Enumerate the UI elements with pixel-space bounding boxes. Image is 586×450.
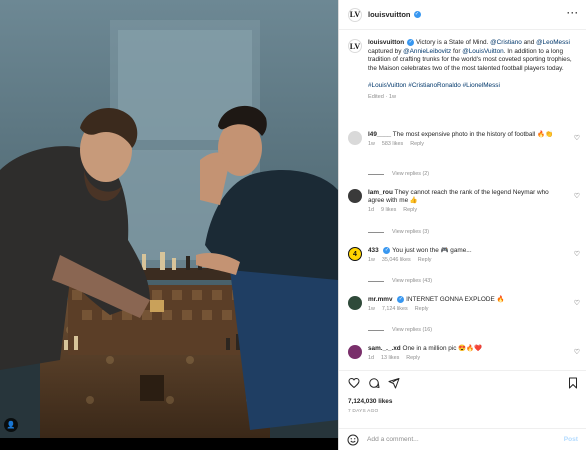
comment-reply-button[interactable]: Reply <box>410 141 424 147</box>
bookmark-icon[interactable] <box>567 377 579 389</box>
comment-likes[interactable]: 7,124 likes <box>382 306 408 312</box>
comment-composer: Post <box>339 428 586 450</box>
heart-icon[interactable]: ♡ <box>574 134 580 142</box>
comment-icon[interactable] <box>368 377 380 389</box>
comment-username[interactable]: mr.mmv <box>368 296 393 303</box>
comment-item: 4 433 ✓ You just won the 🎮 game... 1w 35,… <box>348 247 580 263</box>
chess-photo-illustration <box>0 0 338 438</box>
share-icon[interactable] <box>388 377 400 389</box>
comment-avatar[interactable] <box>348 189 362 203</box>
comment-avatar[interactable] <box>348 131 362 145</box>
post-actions-bar: 7,124,030 likes 7 DAYS AGO <box>339 370 586 428</box>
comment-reply-button[interactable]: Reply <box>403 207 417 213</box>
caption-text-4: for <box>451 47 463 55</box>
comment-time: 1d <box>368 355 374 362</box>
caption-hashtags[interactable]: #LouisVuitton #CristianoRonaldo #LionelM… <box>368 82 578 91</box>
comment-likes[interactable]: 583 likes <box>382 141 403 147</box>
comment-likes[interactable]: 13 likes <box>381 355 399 361</box>
heart-icon[interactable]: ♡ <box>574 250 580 258</box>
comment-text: The most expensive photo in the history … <box>392 131 553 138</box>
post-details-panel: LV louisvuitton ✓ ··· LV louisvuitton ✓ V… <box>338 0 586 450</box>
heart-icon[interactable]: ♡ <box>574 299 580 307</box>
more-icon[interactable]: ··· <box>567 9 579 18</box>
mention-cristiano[interactable]: @Cristiano <box>490 39 522 46</box>
mention-annieleibovitz[interactable]: @AnnieLeibovitz <box>403 48 451 55</box>
post-header: LV louisvuitton ✓ ··· <box>339 0 586 30</box>
comment-avatar[interactable]: 4 <box>348 247 362 261</box>
comment-time: 1w <box>368 306 375 313</box>
account-username[interactable]: louisvuitton <box>368 10 411 19</box>
heart-icon[interactable]: ♡ <box>574 192 580 200</box>
verified-icon: ✓ <box>397 296 405 303</box>
view-replies-button[interactable]: View replies (43) <box>368 278 432 284</box>
comment-reply-button[interactable]: Reply <box>418 257 432 263</box>
comment-text: INTERNET GONNA EXPLODE 🔥 <box>406 296 505 304</box>
comment-text: You just won the 🎮 game... <box>392 247 472 255</box>
view-replies-button[interactable]: View replies (3) <box>368 229 429 235</box>
comment-item: lam_rou They cannot reach the rank of th… <box>348 189 580 213</box>
comment-username[interactable]: sam._._.xd <box>368 345 401 352</box>
emoji-icon[interactable] <box>347 434 359 446</box>
comment-likes[interactable]: 9 likes <box>381 207 396 213</box>
post-date: 7 DAYS AGO <box>348 409 379 414</box>
verified-icon: ✓ <box>413 11 421 18</box>
comment-username[interactable]: l49____ <box>368 131 391 138</box>
view-replies-button[interactable]: View replies (2) <box>368 171 429 177</box>
comment-avatar[interactable] <box>348 296 362 310</box>
caption-edited-time: Edited · 1w <box>368 94 396 101</box>
comments-scroll-area[interactable]: LV louisvuitton ✓ Victory is a State of M… <box>339 30 586 370</box>
post-viewer: 👤 LV louisvuitton ✓ ··· LV louisvuitton ✓… <box>0 0 586 450</box>
comment-time: 1d <box>368 207 374 214</box>
comment-avatar[interactable] <box>348 345 362 359</box>
verified-icon: ✓ <box>383 247 391 254</box>
mention-louisvuitton[interactable]: @LouisVuitton <box>462 48 503 55</box>
comment-item: l49____ The most expensive photo in the … <box>348 131 580 147</box>
account-avatar[interactable]: LV <box>348 7 362 22</box>
comment-time: 1w <box>368 141 375 148</box>
comment-text: One in a million pic 😍🔥❤️ <box>402 345 483 352</box>
caption-text-1: Victory is a State of Mind. <box>414 39 491 47</box>
likes-count[interactable]: 7,124,030 likes <box>348 398 392 405</box>
comment-time: 1w <box>368 257 375 264</box>
comment-text: They cannot reach the rank of the legend… <box>368 189 549 205</box>
comment-item: mr.mmv ✓ INTERNET GONNA EXPLODE 🔥 1w 7,12… <box>348 296 580 312</box>
comment-reply-button[interactable]: Reply <box>415 306 429 312</box>
post-photo[interactable]: 👤 <box>0 0 338 438</box>
post-button[interactable]: Post <box>564 436 578 443</box>
caption-text-3: captured by <box>368 47 404 55</box>
comment-item: sam._._.xd One in a million pic 😍🔥❤️ 1d 1… <box>348 345 580 361</box>
caption-avatar[interactable]: LV <box>348 39 362 53</box>
mention-leomessi[interactable]: @LeoMessi <box>536 39 570 46</box>
comment-likes[interactable]: 35,046 likes <box>382 257 411 263</box>
tagged-user-icon[interactable]: 👤 <box>4 418 18 432</box>
heart-icon[interactable]: ♡ <box>574 348 580 356</box>
comment-username[interactable]: 433 <box>368 247 379 254</box>
post-caption: LV louisvuitton ✓ Victory is a State of M… <box>348 39 578 102</box>
comment-input[interactable] <box>367 436 547 443</box>
comment-reply-button[interactable]: Reply <box>406 355 420 361</box>
view-replies-button[interactable]: View replies (16) <box>368 327 432 333</box>
caption-username[interactable]: louisvuitton <box>368 39 404 46</box>
heart-icon[interactable] <box>348 377 360 389</box>
caption-text-2: and <box>521 39 537 47</box>
comment-username[interactable]: lam_rou <box>368 189 393 196</box>
